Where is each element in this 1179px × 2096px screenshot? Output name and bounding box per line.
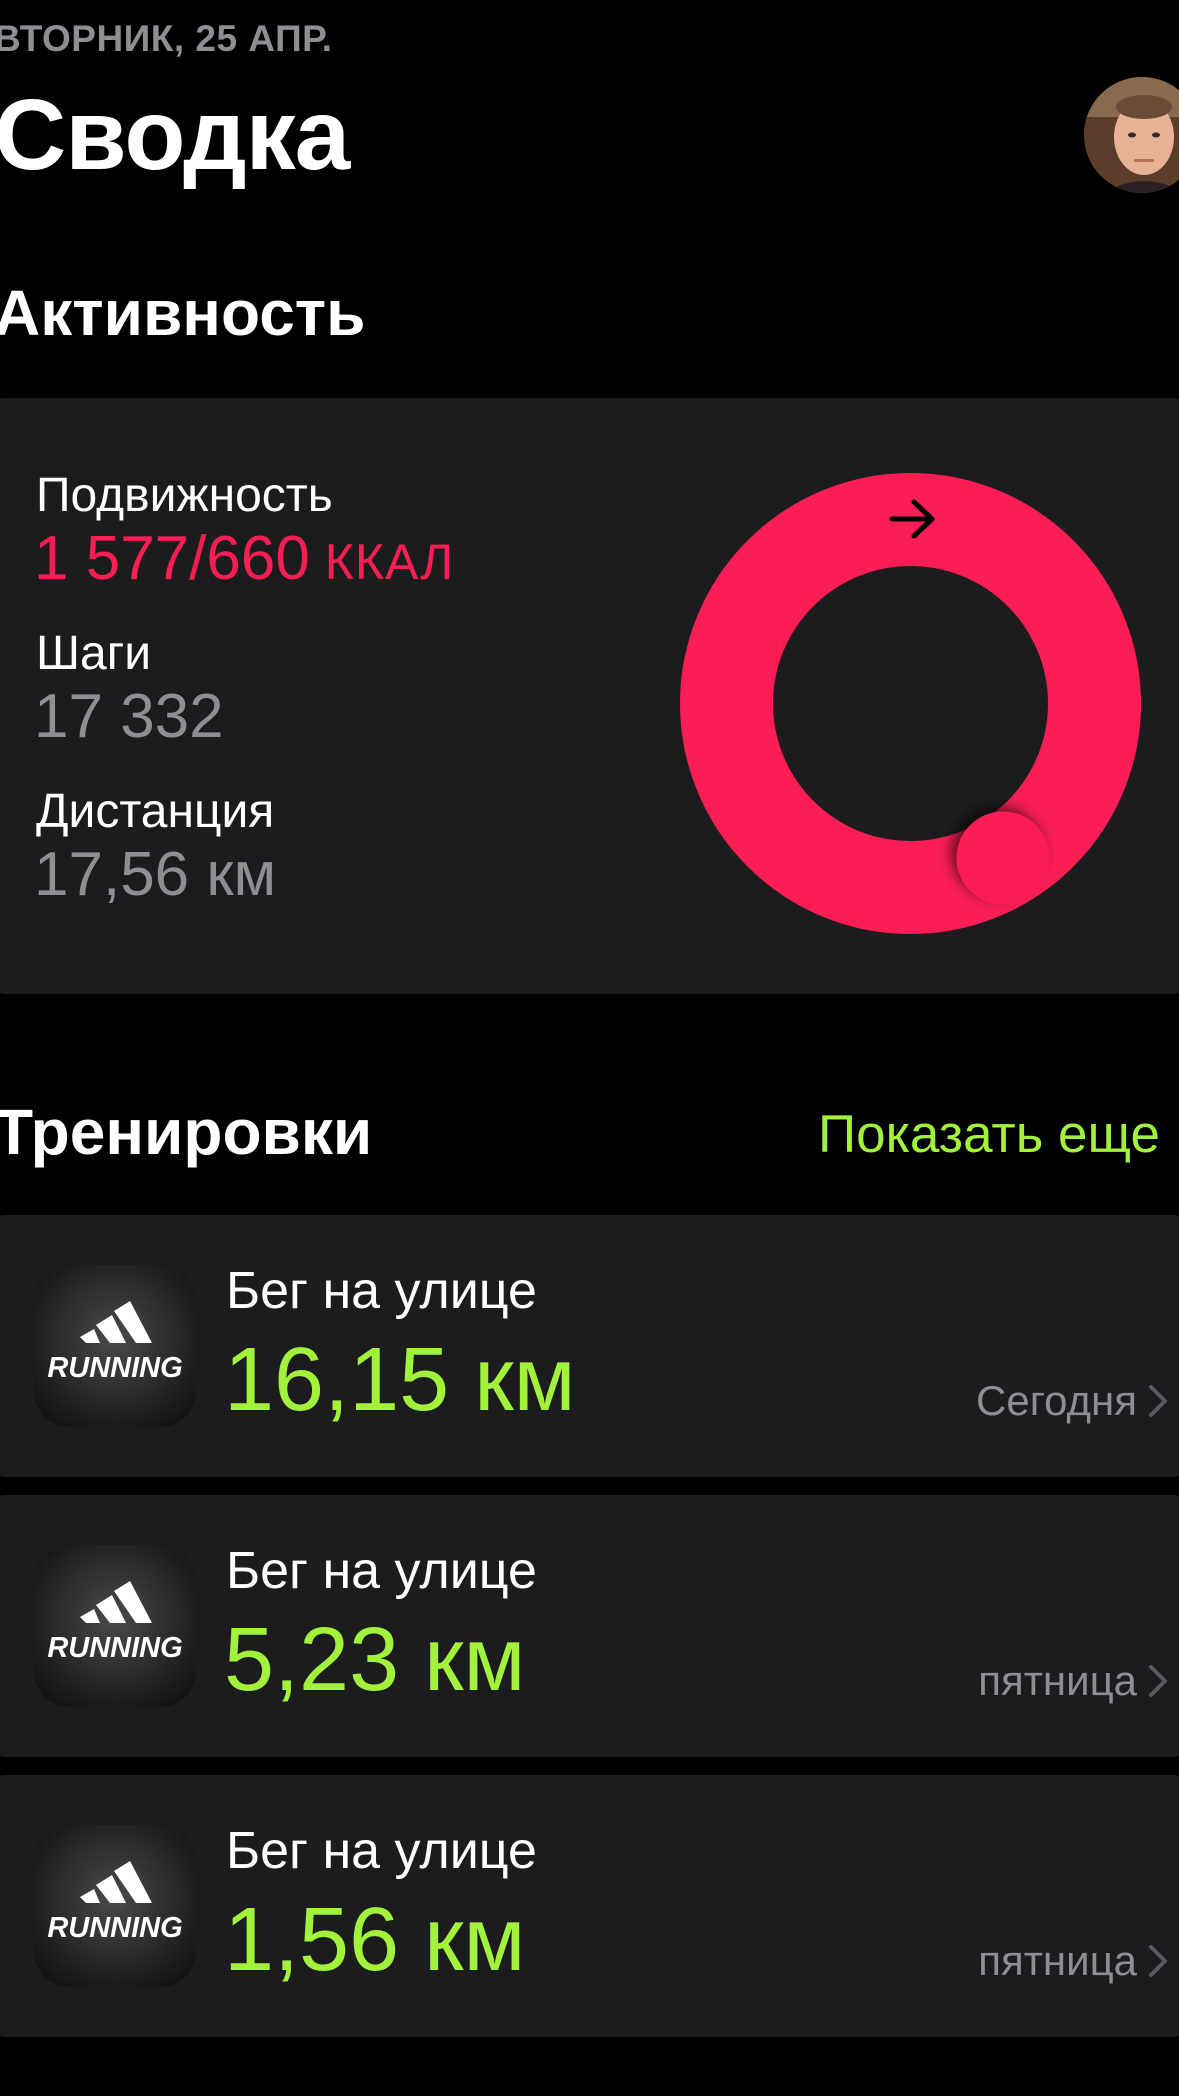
- icon-text: RUNNING: [47, 1912, 182, 1944]
- running-app-icon: RUNNING: [34, 1265, 196, 1427]
- chevron-right-icon: [1147, 1943, 1169, 1979]
- steps-value: 17 332: [34, 682, 224, 751]
- icon-text: RUNNING: [47, 1632, 182, 1664]
- page-title: Сводка: [0, 79, 350, 191]
- chevron-right-icon: [1147, 1663, 1169, 1699]
- date-label: ВТОРНИК, 25 АПР.: [0, 18, 333, 59]
- chevron-right-icon: [1147, 1383, 1169, 1419]
- move-value-unit: ККАЛ: [309, 534, 455, 590]
- workout-name: Бег на улице: [226, 1542, 537, 1600]
- show-more-link[interactable]: Показать еще: [818, 1104, 1160, 1165]
- move-label: Подвижность: [36, 469, 333, 522]
- icon-text: RUNNING: [47, 1352, 182, 1384]
- activity-section-title: Активность: [0, 277, 366, 349]
- workout-distance: 16,15 км: [224, 1330, 576, 1430]
- workout-date: Сегодня: [976, 1377, 1137, 1424]
- workout-row[interactable]: RUNNING Бег на улице 5,23 км пятница: [0, 1495, 1179, 1757]
- running-app-icon: RUNNING: [34, 1545, 196, 1707]
- activity-card[interactable]: Подвижность 1 577/660 ККАЛ Шаги 17 332 Д…: [0, 398, 1179, 994]
- workout-date: пятница: [978, 1937, 1137, 1984]
- steps-label: Шаги: [36, 627, 152, 680]
- move-value: 1 577/660 ККАЛ: [34, 528, 454, 590]
- running-app-icon: RUNNING: [34, 1825, 196, 1987]
- profile-avatar[interactable]: [1084, 77, 1179, 193]
- move-ring-end-cap: [956, 811, 1050, 905]
- distance-label: Дистанция: [36, 785, 275, 838]
- workout-row[interactable]: RUNNING Бег на улице 1,56 км пятница: [0, 1775, 1179, 2037]
- avatar-photo: [1084, 77, 1179, 193]
- workout-date: пятница: [978, 1657, 1137, 1704]
- move-ring: [680, 473, 1141, 934]
- workout-row[interactable]: RUNNING Бег на улице 16,15 км Сегодня: [0, 1215, 1179, 1477]
- workout-distance: 1,56 км: [224, 1890, 526, 1990]
- distance-value: 17,56 км: [34, 840, 277, 909]
- workout-name: Бег на улице: [226, 1822, 537, 1880]
- move-value-number: 1 577/660: [34, 524, 310, 593]
- workout-distance: 5,23 км: [224, 1610, 526, 1710]
- workouts-section-title: Тренировки: [0, 1096, 373, 1168]
- workout-name: Бег на улице: [226, 1262, 537, 1320]
